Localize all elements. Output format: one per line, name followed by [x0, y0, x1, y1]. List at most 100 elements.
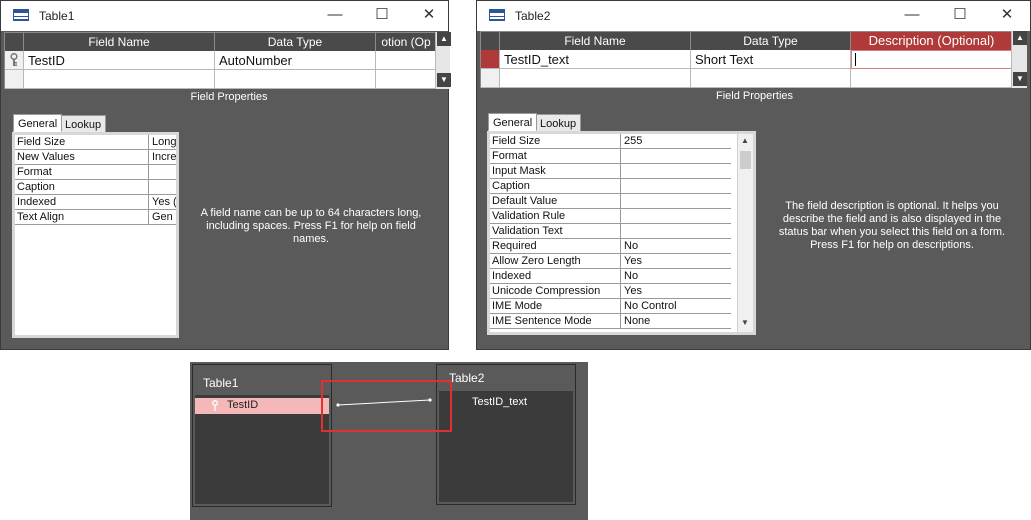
property-name: Input Mask: [492, 165, 546, 177]
column-header-data-type[interactable]: Data Type: [215, 33, 376, 51]
property-name: Validation Rule: [492, 210, 566, 222]
property-name: Default Value: [492, 195, 558, 207]
property-value[interactable]: [620, 164, 731, 179]
field-item-testid[interactable]: TestID: [195, 398, 329, 414]
empty-cell[interactable]: [215, 70, 376, 89]
property-row[interactable]: Default Value: [490, 194, 731, 209]
scroll-up-arrow[interactable]: ▲: [1013, 31, 1027, 45]
property-row[interactable]: New Values Incre: [15, 150, 176, 165]
table1-description-cell[interactable]: [376, 51, 437, 70]
properties-scrollbar[interactable]: ▲ ▼: [737, 134, 753, 332]
field-item-testid-text[interactable]: TestID_text: [472, 396, 527, 408]
table1-properties-grid: Field Size Long New Values Incre Format Capti…: [12, 132, 179, 338]
empty-cell[interactable]: [691, 69, 851, 88]
table1-grid-scrollbar[interactable]: ▲ ▼: [435, 32, 451, 89]
property-row[interactable]: Indexed Yes (: [15, 195, 176, 210]
property-value[interactable]: [148, 180, 176, 195]
close-button[interactable]: ✕: [996, 5, 1018, 25]
row-selector[interactable]: [481, 69, 500, 88]
property-value[interactable]: [148, 165, 176, 180]
property-value[interactable]: No Control: [620, 299, 731, 314]
scroll-down-arrow[interactable]: ▼: [741, 318, 749, 327]
table1-relationship-box[interactable]: Table1 TestID: [192, 364, 332, 507]
table1-field-grid: Field Name Data Type otion (Op TestID Au…: [4, 32, 437, 89]
property-value[interactable]: [620, 179, 731, 194]
tab-general[interactable]: General: [488, 113, 538, 131]
property-row[interactable]: IME Sentence Mode None: [490, 314, 731, 329]
empty-cell[interactable]: [500, 69, 691, 88]
property-row[interactable]: IME Mode No Control: [490, 299, 731, 314]
property-row[interactable]: Required No: [490, 239, 731, 254]
property-value[interactable]: [620, 209, 731, 224]
row-selector[interactable]: [5, 51, 24, 70]
primary-key-icon: [212, 400, 218, 411]
property-value[interactable]: [620, 149, 731, 164]
property-value[interactable]: Incre: [148, 150, 176, 165]
minimize-button[interactable]: —: [901, 5, 923, 25]
scroll-up-arrow[interactable]: ▲: [437, 32, 451, 46]
table1-field-name-cell[interactable]: TestID: [24, 51, 215, 70]
table2-field-name-cell[interactable]: TestID_text: [500, 50, 691, 69]
property-row[interactable]: Caption: [490, 179, 731, 194]
property-value[interactable]: [620, 224, 731, 239]
property-name: Required: [492, 240, 537, 252]
empty-cell[interactable]: [851, 69, 1013, 88]
property-row[interactable]: Format: [15, 165, 176, 180]
scroll-down-arrow[interactable]: ▼: [1013, 72, 1027, 86]
table2-description-input[interactable]: [851, 50, 1013, 69]
property-value[interactable]: Gen: [148, 210, 176, 225]
property-row[interactable]: Indexed No: [490, 269, 731, 284]
property-value[interactable]: No: [620, 269, 731, 284]
table2-box-title: Table2: [449, 371, 485, 385]
column-header-field-name[interactable]: Field Name: [24, 33, 215, 51]
table1-data-type-cell[interactable]: AutoNumber: [215, 51, 376, 70]
property-row[interactable]: Allow Zero Length Yes: [490, 254, 731, 269]
scroll-thumb[interactable]: [740, 151, 751, 169]
property-row[interactable]: Field Size Long: [15, 135, 176, 150]
tab-general[interactable]: General: [13, 114, 63, 132]
table2-titlebar[interactable]: Table2 — ☐ ✕: [477, 1, 1030, 31]
minimize-button[interactable]: —: [324, 5, 346, 25]
tab-lookup[interactable]: Lookup: [60, 115, 107, 133]
property-value[interactable]: Yes: [620, 254, 731, 269]
scroll-up-arrow[interactable]: ▲: [741, 136, 749, 145]
empty-cell[interactable]: [376, 70, 437, 89]
property-row[interactable]: Field Size 255: [490, 134, 731, 149]
property-name: Caption: [492, 180, 530, 192]
property-row[interactable]: Validation Text: [490, 224, 731, 239]
row-selector[interactable]: [5, 70, 24, 89]
column-header-description[interactable]: otion (Op: [376, 33, 437, 51]
primary-key-icon: [10, 53, 18, 66]
property-name: IME Mode: [492, 300, 543, 312]
maximize-button[interactable]: ☐: [949, 5, 971, 25]
table2-grid-scrollbar[interactable]: ▲ ▼: [1011, 31, 1027, 88]
field-properties-label: Field Properties: [190, 91, 268, 103]
property-row[interactable]: Text Align Gen: [15, 210, 176, 225]
table1-field-list: TestID: [195, 395, 329, 504]
property-row[interactable]: Caption: [15, 180, 176, 195]
property-value[interactable]: 255: [620, 134, 731, 149]
table2-data-type-cell[interactable]: Short Text: [691, 50, 851, 69]
table2-field-grid: Field Name Data Type Description (Option…: [480, 31, 1013, 88]
property-row[interactable]: Input Mask: [490, 164, 731, 179]
table1-titlebar[interactable]: Table1 — ☐ ✕: [1, 1, 448, 31]
property-value[interactable]: Yes: [620, 284, 731, 299]
property-row[interactable]: Format: [490, 149, 731, 164]
column-header-field-name[interactable]: Field Name: [500, 32, 691, 50]
property-value[interactable]: No: [620, 239, 731, 254]
column-header-description[interactable]: Description (Optional): [851, 32, 1013, 50]
property-value[interactable]: None: [620, 314, 731, 329]
row-selector-current[interactable]: [481, 50, 500, 69]
property-value[interactable]: [620, 194, 731, 209]
maximize-button[interactable]: ☐: [371, 5, 393, 25]
property-row[interactable]: Unicode Compression Yes: [490, 284, 731, 299]
table2-relationship-box[interactable]: Table2 TestID_text: [436, 364, 576, 505]
property-value[interactable]: Long: [148, 135, 176, 150]
close-button[interactable]: ✕: [418, 5, 440, 25]
column-header-data-type[interactable]: Data Type: [691, 32, 851, 50]
tab-lookup[interactable]: Lookup: [535, 114, 582, 132]
property-value[interactable]: Yes (: [148, 195, 176, 210]
property-row[interactable]: Validation Rule: [490, 209, 731, 224]
scroll-down-arrow[interactable]: ▼: [437, 73, 451, 87]
empty-cell[interactable]: [24, 70, 215, 89]
